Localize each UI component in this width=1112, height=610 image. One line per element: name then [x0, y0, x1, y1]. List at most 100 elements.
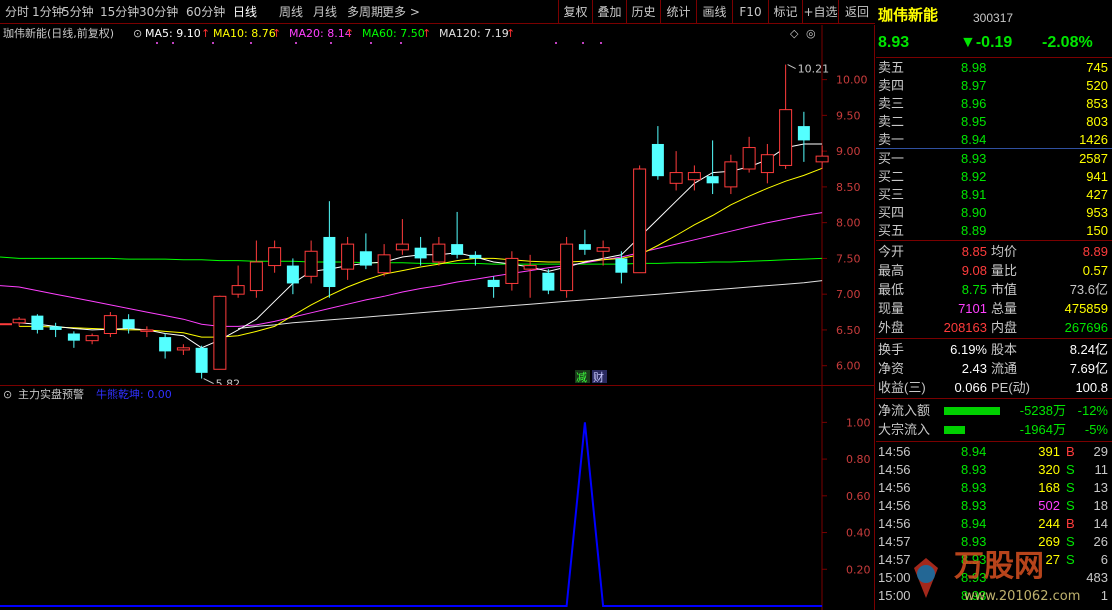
toolbar-button-3[interactable]: 统计: [660, 0, 696, 24]
candle: [542, 269, 555, 295]
ma-arrow-icon: ↑: [345, 27, 354, 40]
stat-key: 今开: [878, 244, 905, 259]
tick-count: 11: [1094, 462, 1109, 477]
bid-label: 买一: [878, 151, 905, 166]
bid-row: 买五 8.89 150: [876, 222, 1112, 240]
candle: [487, 276, 500, 298]
tab-5[interactable]: 60分钟: [186, 4, 225, 20]
fundamental-value: 8.24亿: [1069, 342, 1108, 357]
candle: [779, 64, 793, 170]
bid-label: 买四: [878, 205, 905, 220]
candle: [414, 236, 427, 266]
watermark-text: 万股网: [954, 549, 1044, 584]
bid-price: 8.93: [961, 151, 987, 166]
event-dot: [172, 42, 174, 44]
toolbar-button-2[interactable]: 历史: [626, 0, 660, 24]
ask-volume: 520: [1086, 78, 1108, 93]
toolbar-button-5[interactable]: F10: [732, 0, 768, 24]
indicator-tick-label: 0.40: [846, 527, 871, 540]
stat-key: 现量: [878, 301, 905, 316]
bid-row: 买三 8.91 427: [876, 186, 1112, 204]
tick-time: 14:56: [878, 498, 911, 513]
candle: [633, 165, 647, 274]
tab-1[interactable]: 1分钟: [32, 4, 64, 20]
event-dot: [400, 42, 402, 44]
tab-3[interactable]: 15分钟: [100, 4, 139, 20]
toolbar-button-6[interactable]: 标记: [768, 0, 802, 24]
ask-label: 卖三: [878, 96, 905, 111]
watermark-url: www.201062.com: [964, 589, 1080, 604]
tab-4[interactable]: 30分钟: [139, 4, 178, 20]
stat-value: 475859: [1064, 301, 1108, 316]
bid-volume: 941: [1086, 169, 1108, 184]
ask-price: 8.96: [961, 96, 987, 111]
tick-side: S: [1066, 462, 1075, 477]
stat-value: 8.75: [961, 282, 987, 297]
toolbar-button-4[interactable]: 画线: [696, 0, 732, 24]
watermark-logo: 万股网 www.201062.com: [906, 528, 1112, 610]
candle: [286, 258, 299, 295]
ask-row: 卖二 8.95 803: [876, 113, 1112, 131]
flow-label: 净流入额: [878, 403, 931, 418]
fundamental-key: 换手: [878, 342, 905, 357]
tick-time: 14:56: [878, 462, 911, 477]
stat-row: 最低 8.75 市值 73.6亿: [876, 281, 1112, 299]
stat-value: 0.57: [1082, 263, 1108, 278]
indicator-line: [0, 422, 823, 607]
ask-row: 卖一 8.94 1426: [876, 131, 1112, 149]
candle: [505, 251, 519, 291]
tab-7[interactable]: 周线: [279, 4, 303, 20]
toolbar-button-7[interactable]: +自选: [802, 0, 838, 24]
toolbar-button-1[interactable]: 叠加: [592, 0, 626, 24]
indicator-tick-label: 0.80: [846, 453, 871, 466]
tab-2[interactable]: 5分钟: [62, 4, 94, 20]
event-dot: [600, 42, 602, 44]
stat-key: 总量: [991, 301, 1018, 316]
event-dot: [295, 42, 297, 44]
candle: [669, 151, 683, 191]
tab-9[interactable]: 多周期: [347, 4, 383, 20]
candle: [85, 333, 99, 345]
indicator-tick-label: 0.60: [846, 490, 871, 503]
low-annotation: 5.82: [216, 378, 241, 385]
ask-label: 卖一: [878, 132, 905, 147]
fundamental-value: 7.69亿: [1069, 361, 1108, 376]
tab-6[interactable]: 日线: [233, 4, 257, 20]
candle: [687, 165, 701, 191]
candle: [159, 333, 172, 359]
candle: [249, 240, 263, 298]
indicator-chart[interactable]: ⊙ 主力实盘预警 牛熊乾坤: 0.00 1.00 0.80 0.60 0.40 0.20: [0, 385, 875, 610]
candle: [395, 219, 409, 255]
bid-price: 8.90: [961, 205, 987, 220]
stat-key: 均价: [991, 244, 1018, 259]
candle: [31, 314, 44, 334]
change-pct: -2.08%: [1042, 34, 1093, 51]
fundamental-key: 净资: [878, 361, 905, 376]
indicator-tick-label: 0.20: [846, 563, 871, 576]
ask-price: 8.94: [961, 132, 987, 147]
candle: [195, 345, 208, 379]
stat-row: 外盘 208163 内盘 267696: [876, 319, 1112, 337]
candle: [12, 317, 26, 327]
tab-8[interactable]: 月线: [313, 4, 337, 20]
stat-key: 量比: [991, 263, 1018, 278]
toolbar-button-8[interactable]: 返回: [838, 0, 875, 24]
ma-arrow-icon: ↑: [201, 27, 210, 40]
tab-0[interactable]: 分时: [5, 4, 29, 20]
last-price: 8.93: [878, 34, 910, 51]
fundamental-value: 0.066: [954, 380, 987, 395]
price-tick-label: 9.50: [836, 109, 861, 122]
ask-price: 8.98: [961, 60, 987, 75]
stat-key: 最高: [878, 263, 905, 278]
stock-code: 300317: [973, 11, 1014, 25]
candle: [578, 229, 591, 255]
bid-row: 买一 8.93 2587: [876, 150, 1112, 168]
kline-chart[interactable]: 10.00 9.50 9.00 8.50 8.00 7.50 7.00 6.50 6.00 珈伟新…: [0, 25, 875, 391]
tab-10[interactable]: 更多 >: [382, 4, 420, 20]
spread-divider: [876, 148, 1112, 149]
price-tick-label: 10.00: [836, 74, 868, 87]
candle: [560, 236, 574, 298]
indicator-tick-label: 1.00: [846, 416, 871, 429]
clock-icon: ◎: [806, 27, 816, 40]
toolbar-button-0[interactable]: 复权: [558, 0, 592, 24]
